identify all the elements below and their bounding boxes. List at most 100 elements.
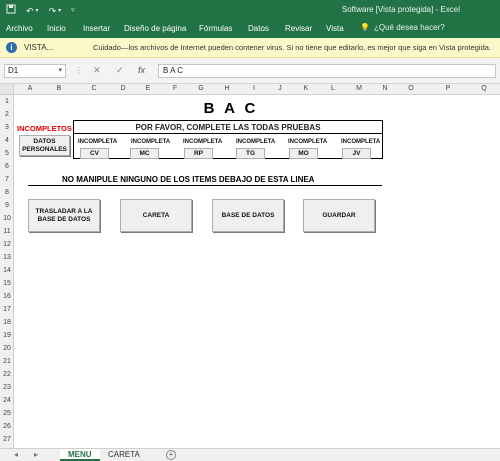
row-header[interactable]: 2 — [0, 111, 14, 118]
column-header[interactable]: P — [440, 85, 456, 92]
row-header[interactable]: 7 — [0, 176, 14, 183]
protected-view-label: VISTA... — [24, 43, 54, 52]
row-header[interactable]: 15 — [0, 280, 14, 287]
protected-view-message: Cuidado—los archivos de Internet pueden … — [93, 43, 492, 52]
warning-line — [28, 185, 382, 186]
tab-inicio[interactable]: Inicio — [47, 24, 66, 33]
row-headers: 1 2 3 4 5 6 7 8 9 10 11 12 13 14 15 16 1… — [0, 95, 14, 448]
sheet-tab-menu[interactable]: MENU — [60, 449, 100, 461]
row-header[interactable]: 13 — [0, 254, 14, 261]
column-header[interactable]: H — [219, 85, 235, 92]
formula-input[interactable]: B A C — [158, 64, 496, 78]
column-header[interactable]: D — [115, 85, 131, 92]
tell-me-box[interactable]: 💡 ¿Qué desea hacer? — [360, 23, 445, 32]
formula-bar: D1 ▾ ⋮ ✕ ✓ fx B A C — [0, 58, 500, 84]
test-status: INCOMPLETA — [288, 139, 328, 145]
column-header[interactable]: B — [51, 85, 67, 92]
row-header[interactable]: 19 — [0, 332, 14, 339]
info-icon: i — [6, 42, 17, 53]
row-header[interactable]: 18 — [0, 319, 14, 326]
column-header[interactable]: E — [140, 85, 156, 92]
add-sheet-icon[interactable]: + — [166, 450, 176, 460]
redo-icon[interactable]: ↷ — [49, 5, 57, 17]
window-title: Software [Vista protegida] - Excel — [341, 5, 460, 14]
undo-icon[interactable]: ↶ — [26, 5, 34, 17]
column-header[interactable]: A — [22, 85, 38, 92]
test-status: INCOMPLETA — [236, 139, 276, 145]
column-header[interactable]: M — [351, 85, 367, 92]
test-button-mc[interactable]: MC — [130, 148, 159, 159]
column-header[interactable]: J — [272, 85, 288, 92]
sheet-tab-careta[interactable]: CARETA — [100, 449, 148, 461]
base-de-datos-button[interactable]: BASE DE DATOS — [212, 199, 284, 232]
test-button-jv[interactable]: JV — [342, 148, 371, 159]
undo-dropdown-icon[interactable]: ▾ — [36, 5, 39, 17]
name-box[interactable]: D1 ▾ — [4, 64, 66, 78]
row-header[interactable]: 16 — [0, 293, 14, 300]
customize-toolbar-icon[interactable]: ▿ — [71, 5, 75, 17]
tests-panel: POR FAVOR, COMPLETE LAS TODAS PRUEBAS IN… — [73, 120, 383, 159]
trasladar-base-de-datos-button[interactable]: TRASLADAR A LA BASE DE DATOS — [28, 199, 100, 232]
select-all-corner[interactable] — [0, 84, 14, 95]
row-header[interactable]: 12 — [0, 241, 14, 248]
row-header[interactable]: 23 — [0, 384, 14, 391]
warning-text: NO MANIPULE NINGUNO DE LOS ITEMS DEBAJO … — [62, 175, 315, 184]
test-button-cv[interactable]: CV — [80, 148, 109, 159]
insert-function-icon[interactable]: fx — [138, 65, 145, 75]
column-header[interactable]: Q — [476, 85, 492, 92]
row-header[interactable]: 20 — [0, 345, 14, 352]
row-header[interactable]: 10 — [0, 215, 14, 222]
test-status: INCOMPLETA — [78, 139, 118, 145]
row-header[interactable]: 21 — [0, 358, 14, 365]
test-button-tg[interactable]: TG — [236, 148, 265, 159]
redo-dropdown-icon[interactable]: ▾ — [58, 5, 61, 17]
column-header[interactable]: N — [377, 85, 393, 92]
protected-view-bar: i VISTA... Cuidado—los archivos de Inter… — [0, 38, 500, 58]
row-header[interactable]: 11 — [0, 228, 14, 235]
tab-revisar[interactable]: Revisar — [285, 24, 312, 33]
instructions-text: POR FAVOR, COMPLETE LAS TODAS PRUEBAS — [74, 121, 382, 134]
column-header[interactable]: L — [325, 85, 341, 92]
tab-formulas[interactable]: Fórmulas — [199, 24, 232, 33]
column-header[interactable]: O — [403, 85, 419, 92]
row-header[interactable]: 4 — [0, 137, 14, 144]
row-header[interactable]: 5 — [0, 150, 14, 157]
column-header[interactable]: K — [298, 85, 314, 92]
tab-archivo[interactable]: Archivo — [6, 24, 33, 33]
tab-diseno-de-pagina[interactable]: Diseño de página — [124, 24, 186, 33]
test-button-rp[interactable]: RP — [184, 148, 213, 159]
prev-sheet-icon[interactable]: ◂ — [14, 450, 18, 459]
column-header[interactable]: G — [193, 85, 209, 92]
save-icon[interactable] — [6, 4, 16, 17]
next-sheet-icon[interactable]: ▸ — [34, 450, 38, 459]
tab-insertar[interactable]: Insertar — [83, 24, 110, 33]
row-header[interactable]: 6 — [0, 163, 14, 170]
row-header[interactable]: 3 — [0, 124, 14, 131]
guardar-button[interactable]: GUARDAR — [303, 199, 375, 232]
row-header[interactable]: 8 — [0, 189, 14, 196]
worksheet-grid[interactable]: A B C D E F G H I J K L M N O P Q 1 2 3 … — [0, 84, 500, 448]
column-header[interactable]: F — [167, 85, 183, 92]
careta-button[interactable]: CARETA — [120, 199, 192, 232]
tell-me-text: ¿Qué desea hacer? — [373, 23, 445, 32]
chevron-down-icon[interactable]: ▾ — [58, 65, 62, 77]
row-header[interactable]: 26 — [0, 423, 14, 430]
row-header[interactable]: 27 — [0, 436, 14, 443]
row-header[interactable]: 9 — [0, 202, 14, 209]
column-header[interactable]: I — [246, 85, 262, 92]
tab-vista[interactable]: Vista — [326, 24, 344, 33]
row-header[interactable]: 24 — [0, 397, 14, 404]
row-header[interactable]: 22 — [0, 371, 14, 378]
name-box-value: D1 — [8, 66, 19, 75]
datos-personales-button[interactable]: DATOS PERSONALES — [19, 135, 70, 156]
test-button-mo[interactable]: MO — [289, 148, 318, 159]
column-header[interactable]: C — [86, 85, 102, 92]
row-header[interactable]: 1 — [0, 98, 14, 105]
row-header[interactable]: 25 — [0, 410, 14, 417]
enter-icon[interactable]: ✓ — [116, 65, 124, 76]
tab-datos[interactable]: Datos — [248, 24, 269, 33]
row-header[interactable]: 17 — [0, 306, 14, 313]
cancel-icon[interactable]: ✕ — [93, 65, 101, 76]
row-header[interactable]: 14 — [0, 267, 14, 274]
column-headers: A B C D E F G H I J K L M N O P Q — [0, 84, 500, 95]
